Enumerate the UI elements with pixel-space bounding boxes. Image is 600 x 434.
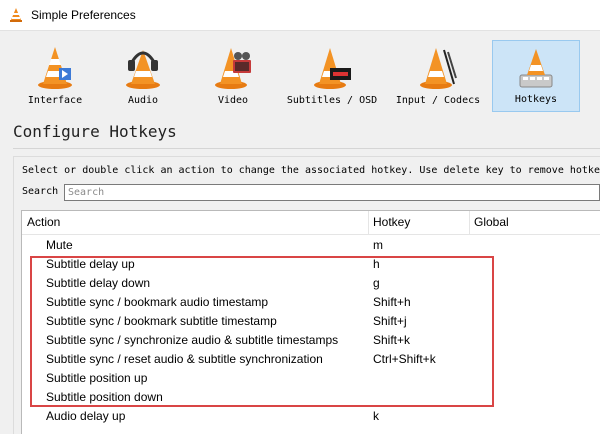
category-hotkeys[interactable]: Hotkeys <box>492 40 580 112</box>
vlc-cone-icon <box>38 47 72 89</box>
table-row[interactable]: Subtitle sync / reset audio & subtitle s… <box>22 349 600 368</box>
hotkey-cell: Shift+j <box>373 314 407 328</box>
hotkeys-table[interactable]: Action Hotkey Global Mute m Subtitle del… <box>21 210 600 434</box>
page-title: Configure Hotkeys <box>13 122 177 141</box>
action-cell: Subtitle sync / bookmark audio timestamp <box>46 295 269 309</box>
search-input[interactable] <box>64 184 600 201</box>
table-row[interactable]: Subtitle sync / synchronize audio & subt… <box>22 330 600 349</box>
column-header-action[interactable]: Action <box>27 215 60 229</box>
hotkey-cell: k <box>373 409 379 423</box>
vlc-logo-icon <box>10 8 22 22</box>
input-codecs-cone-icon <box>420 48 457 89</box>
table-row[interactable]: Subtitle position down <box>22 387 600 406</box>
action-cell: Subtitle delay up <box>46 257 135 271</box>
action-cell: Audio delay up <box>46 409 126 423</box>
action-cell: Subtitle sync / reset audio & subtitle s… <box>46 352 323 366</box>
preferences-category-bar: Interface Audio Video Subtitles / OSD In… <box>0 38 600 116</box>
hotkey-cell: Ctrl+Shift+k <box>373 352 436 366</box>
headphones-cone-icon <box>126 50 160 89</box>
subtitles-cone-icon <box>314 48 351 89</box>
table-header: Action Hotkey Global <box>22 211 600 235</box>
heading-divider <box>13 148 600 149</box>
category-label: Hotkeys <box>514 94 558 105</box>
action-cell: Subtitle sync / bookmark subtitle timest… <box>46 314 277 328</box>
hotkey-cell: Shift+h <box>373 295 411 309</box>
column-divider[interactable] <box>469 211 470 234</box>
category-label: Interface <box>27 95 83 106</box>
category-label: Video <box>217 95 249 106</box>
instructions-text: Select or double click an action to chan… <box>22 165 600 176</box>
hotkey-cell: g <box>373 276 380 290</box>
action-cell: Subtitle sync / synchronize audio & subt… <box>46 333 339 347</box>
action-cell: Subtitle position up <box>46 371 148 385</box>
table-row[interactable]: Mute m <box>22 235 600 254</box>
group-border-left <box>13 156 14 434</box>
hotkey-cell: m <box>373 238 383 252</box>
category-label: Audio <box>127 95 159 106</box>
table-row[interactable]: Audio delay up k <box>22 406 600 425</box>
search-label: Search <box>22 186 59 197</box>
action-cell: Mute <box>46 238 73 252</box>
category-label: Subtitles / OSD <box>286 95 378 106</box>
film-cone-icon <box>215 48 251 89</box>
group-border <box>13 156 600 157</box>
table-row[interactable]: Subtitle position up <box>22 368 600 387</box>
column-header-hotkey[interactable]: Hotkey <box>373 215 410 229</box>
title-bar: Simple Preferences <box>0 0 600 31</box>
hotkeys-cone-icon <box>519 49 553 88</box>
category-video[interactable]: Video <box>194 40 272 112</box>
table-row[interactable]: Subtitle sync / bookmark audio timestamp… <box>22 292 600 311</box>
window-title: Simple Preferences <box>31 8 136 22</box>
category-label: Input / Codecs <box>395 95 481 106</box>
category-audio[interactable]: Audio <box>99 40 187 112</box>
hotkey-cell: Shift+k <box>373 333 411 347</box>
column-header-global[interactable]: Global <box>474 215 509 229</box>
category-input-codecs[interactable]: Input / Codecs <box>390 40 486 112</box>
action-cell: Subtitle delay down <box>46 276 151 290</box>
table-row[interactable]: Subtitle sync / bookmark subtitle timest… <box>22 311 600 330</box>
action-cell: Subtitle position down <box>46 390 163 404</box>
hotkey-cell: h <box>373 257 380 271</box>
column-divider[interactable] <box>368 211 369 234</box>
category-interface[interactable]: Interface <box>17 40 93 112</box>
table-row[interactable]: Subtitle delay down g <box>22 273 600 292</box>
table-row[interactable]: Subtitle delay up h <box>22 254 600 273</box>
category-subtitles-osd[interactable]: Subtitles / OSD <box>281 40 383 112</box>
